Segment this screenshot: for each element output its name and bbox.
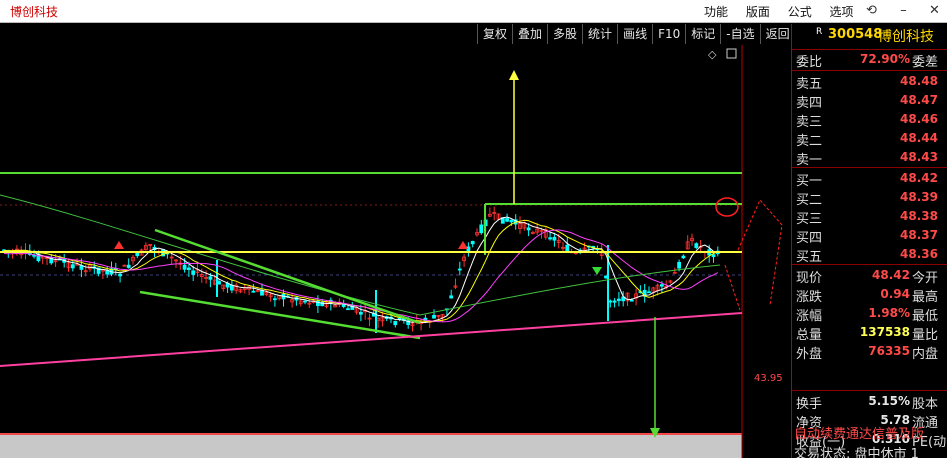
volume-area xyxy=(0,433,742,458)
candle-body xyxy=(677,261,681,269)
stat-row: 涨幅 1.98% 最低 xyxy=(796,306,939,324)
stock-header: R 300548 博创科技 xyxy=(792,24,947,46)
menu-item-formula[interactable]: 公式 xyxy=(788,5,812,19)
candle-body xyxy=(191,270,196,275)
candle-body xyxy=(612,300,617,303)
bid-row: 买二 48.39 xyxy=(796,190,938,208)
bid-row: 买一 48.42 xyxy=(796,171,938,189)
ask-row: 卖二 48.44 xyxy=(796,131,938,149)
candle-body xyxy=(608,300,613,303)
candle-body xyxy=(70,264,75,269)
menu-bar: 功能 版面 公式 选项 xyxy=(704,3,868,20)
candle-body xyxy=(303,300,307,303)
ask-row: 卖三 48.46 xyxy=(796,112,938,130)
diamond-icon[interactable]: ◇ xyxy=(708,48,717,61)
minimize-icon[interactable]: – xyxy=(896,3,911,18)
candle-body xyxy=(457,268,462,271)
ask-row: 卖一 48.43 xyxy=(796,150,938,168)
candle-body xyxy=(449,295,454,299)
menu-item-layout[interactable]: 版面 xyxy=(746,5,770,19)
candle-body xyxy=(126,264,131,268)
stat-row: 总量 137538 量比 xyxy=(796,325,939,343)
stat-row: 涨跌 0.94 最高 xyxy=(796,287,939,305)
candle-body xyxy=(186,267,191,271)
ticker-text[interactable]: 自动续费通达信普及版 xyxy=(794,423,947,443)
candle-body xyxy=(509,219,514,223)
candle-body xyxy=(272,298,277,301)
menu-item-function[interactable]: 功能 xyxy=(704,5,728,19)
toolbar-draw-line[interactable]: 画线 xyxy=(617,24,652,44)
toolbar-stats[interactable]: 统计 xyxy=(582,24,617,44)
candle-body xyxy=(711,254,716,258)
menu-item-options[interactable]: 选项 xyxy=(830,5,854,19)
candle-body xyxy=(251,290,256,293)
bid-row: 买五 48.36 xyxy=(796,247,938,265)
toolbar-multi-stock[interactable]: 多股 xyxy=(547,24,582,44)
bid-row: 买三 48.38 xyxy=(796,209,938,227)
close-icon[interactable]: ✕ xyxy=(927,3,942,18)
toolbar-overlay[interactable]: 叠加 xyxy=(512,24,547,44)
candle-body xyxy=(397,317,402,320)
candle-body xyxy=(393,320,398,326)
stock-code: 300548 xyxy=(828,27,883,42)
kline-chart[interactable]: ◇ 43.95 xyxy=(0,45,790,458)
stock-name: 博创科技 xyxy=(878,29,934,45)
candle-body xyxy=(660,284,664,287)
refresh-icon[interactable]: ⟲ xyxy=(864,3,879,18)
candle-body xyxy=(505,218,510,222)
candle-body xyxy=(182,264,187,270)
candle-body xyxy=(470,241,475,245)
candle-body xyxy=(617,298,621,301)
candle-body xyxy=(208,276,213,280)
bid-row: 买四 48.37 xyxy=(796,228,938,246)
app-title: 博创科技 xyxy=(10,5,59,19)
stat-row: 现价 48.42 今开 xyxy=(796,268,939,286)
candle-body xyxy=(346,308,350,311)
trading-status: 交易状态: 盘中休市 1 xyxy=(794,447,919,458)
weibi-value: 72.90% xyxy=(860,52,910,66)
toolbar-watchlist[interactable]: -自选 xyxy=(720,24,759,44)
toolbar-mark[interactable]: 标记 xyxy=(685,24,720,44)
quote-panel: R 300548 博创科技 委比 72.90% 委差 卖五 48.48 卖四 48.4… xyxy=(791,24,947,458)
candle-body xyxy=(118,273,122,277)
candle-body xyxy=(526,227,531,231)
toolbar-f10[interactable]: F10 xyxy=(652,24,685,44)
stat-row: 换手 5.15% 股本 xyxy=(796,394,939,412)
stat-row: 外盘 76335 内盘 xyxy=(796,344,939,362)
candle-body xyxy=(432,314,436,319)
toolbar-back[interactable]: 返回 xyxy=(759,24,795,44)
candle-body xyxy=(552,236,557,241)
title-bar: 博创科技 功能 版面 公式 选项 ⟲ – ✕ xyxy=(0,0,947,23)
candle-body xyxy=(135,252,140,257)
ask-row: 卖五 48.48 xyxy=(796,74,938,92)
toolbar-fuquan[interactable]: 复权 xyxy=(477,24,512,44)
candle-body xyxy=(105,270,110,275)
price-axis-label: 43.95 xyxy=(754,373,783,384)
candle-body xyxy=(647,291,651,294)
candle-body xyxy=(694,243,699,248)
candle-body xyxy=(548,237,552,240)
r-tag: R xyxy=(816,27,823,37)
ask-row: 卖四 48.47 xyxy=(796,93,938,111)
projection-path xyxy=(737,199,783,306)
chart-toolbar: 复权 叠加 多股 统计 画线 F10 标记 -自选 返回 xyxy=(477,24,795,44)
candle-body xyxy=(629,299,634,302)
candle-body xyxy=(565,244,570,252)
weibi-row: 委比 72.90% 委差 xyxy=(796,52,939,70)
candle-body xyxy=(358,311,363,315)
candle-body xyxy=(479,224,484,234)
candle-body xyxy=(681,255,686,259)
